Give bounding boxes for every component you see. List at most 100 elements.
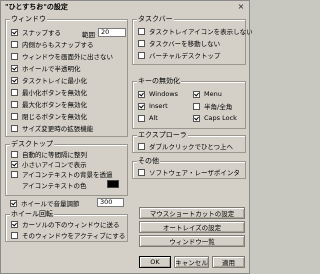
virtual-desktop-option[interactable]: バーチャルデスクトップ <box>138 50 220 60</box>
key-windows-label: Windows <box>149 90 179 98</box>
window-group: ウィンドウ スナップする 範囲 20 内側からもスナップする ウィンドウを画面外… <box>5 15 128 137</box>
disable-close-label: 閉じるボタンを無効化 <box>22 113 87 121</box>
key-capslock-option[interactable]: Caps Lock <box>193 113 237 123</box>
send-to-under-cursor-option[interactable]: カーソルの下のウィンドウに送る <box>11 219 120 229</box>
disable-minimize-label: 最小化ボタンを無効化 <box>22 89 87 97</box>
key-menu-option[interactable]: Menu <box>193 89 222 99</box>
disable-maximize-checkbox[interactable] <box>11 100 18 108</box>
hide-tray-icon-option[interactable]: タスクトレイアイコンを表示しない <box>138 26 253 36</box>
title-bar: "ひとすちお"の設定 × <box>2 2 248 12</box>
wheel-group: ホイール回転 カーソルの下のウィンドウに送る そのウィンドウをアクティブにする <box>5 210 128 242</box>
keep-onscreen-label: ウィンドウを画面外に出さない <box>22 53 113 61</box>
minimize-to-tray-checkbox[interactable] <box>11 76 18 84</box>
desktop-group-title: デスクトップ <box>10 140 54 149</box>
other-group-title: その他 <box>137 157 160 166</box>
autoraise-button[interactable]: オートレイズの設定 <box>139 221 245 233</box>
laser-pointer-option[interactable]: ソフトウェア・レーザポインタ <box>138 167 240 177</box>
activate-window-option[interactable]: そのウィンドウをアクティブにする <box>11 230 125 240</box>
lock-taskbar-option[interactable]: タスクバーを移動しない <box>138 38 220 48</box>
ok-button[interactable]: OK <box>139 256 171 268</box>
resize-extension-option[interactable]: サイズ変更時の拡張機能 <box>11 123 93 133</box>
keep-onscreen-option[interactable]: ウィンドウを画面外に出さない <box>11 51 113 61</box>
disable-minimize-checkbox[interactable] <box>11 88 18 96</box>
small-icons-option[interactable]: 小さいアイコンで表示 <box>11 159 87 169</box>
virtual-desktop-checkbox[interactable] <box>138 51 145 59</box>
snap-range-input[interactable]: 20 <box>98 28 126 37</box>
cancel-button[interactable]: キャンセル <box>174 256 209 268</box>
transparent-text-bg-checkbox[interactable] <box>11 170 18 178</box>
keys-group: キーの無効化 Windows Menu Insert 半角/全角 Alt Cap… <box>132 77 246 129</box>
taskbar-group: タスクバー タスクトレイアイコンを表示しない タスクバーを移動しない バーチャル… <box>132 15 253 65</box>
wheel-volume-label: ホイールで音量調節 <box>21 200 80 208</box>
resize-extension-checkbox[interactable] <box>11 124 18 132</box>
range-label: 範囲 <box>82 31 95 39</box>
window-title: "ひとすちお"の設定 <box>5 3 68 11</box>
wheel-volume-option[interactable]: ホイールで音量調節 <box>10 198 80 208</box>
transparent-text-bg-label: アイコンテキストの背景を透過 <box>22 171 113 179</box>
small-icons-label: 小さいアイコンで表示 <box>22 161 87 169</box>
key-capslock-label: Caps Lock <box>204 114 237 122</box>
wheel-translucent-checkbox[interactable] <box>11 64 18 72</box>
key-windows-checkbox[interactable] <box>138 90 145 98</box>
key-insert-option[interactable]: Insert <box>138 101 168 111</box>
auto-arrange-option[interactable]: 自動的に等間隔に整列 <box>11 149 87 159</box>
keep-onscreen-checkbox[interactable] <box>11 52 18 60</box>
hide-tray-icon-checkbox[interactable] <box>138 27 145 35</box>
disable-close-option[interactable]: 閉じるボタンを無効化 <box>11 111 87 121</box>
snap-checkbox[interactable] <box>11 28 18 36</box>
lock-taskbar-checkbox[interactable] <box>138 39 145 47</box>
inner-snap-option[interactable]: 内側からもスナップする <box>11 39 94 49</box>
activate-window-checkbox[interactable] <box>11 231 18 239</box>
inner-snap-checkbox[interactable] <box>11 40 18 48</box>
dblclick-up-option[interactable]: ダブルクリックでひとつ上へ <box>138 141 233 151</box>
small-icons-checkbox[interactable] <box>11 160 18 168</box>
wheel-group-title: ホイール回転 <box>10 210 54 219</box>
laser-pointer-label: ソフトウェア・レーザポインタ <box>149 169 240 177</box>
keys-group-title: キーの無効化 <box>137 77 181 86</box>
auto-arrange-checkbox[interactable] <box>11 150 18 158</box>
volume-step-input[interactable]: 300 <box>97 198 124 207</box>
window-group-title: ウィンドウ <box>10 15 47 24</box>
mouse-shortcut-button[interactable]: マウスショートカットの設定 <box>139 207 245 219</box>
disable-maximize-label: 最大化ボタンを無効化 <box>22 101 87 109</box>
snap-label: スナップする <box>22 29 61 37</box>
icon-text-color-label: アイコンテキストの色 <box>22 182 87 190</box>
explorer-group: エクスプローラ ダブルクリックでひとつ上へ <box>132 131 246 153</box>
key-hankaku-option[interactable]: 半角/全角 <box>193 101 232 111</box>
transparent-text-bg-option[interactable]: アイコンテキストの背景を透過 <box>11 169 112 179</box>
minimize-to-tray-option[interactable]: タスクトレイに最小化 <box>11 75 87 85</box>
dblclick-up-checkbox[interactable] <box>138 142 145 150</box>
resize-extension-label: サイズ変更時の拡張機能 <box>22 125 94 133</box>
inner-snap-label: 内側からもスナップする <box>22 41 94 49</box>
key-capslock-checkbox[interactable] <box>193 114 200 122</box>
disable-minimize-option[interactable]: 最小化ボタンを無効化 <box>11 87 87 97</box>
activate-window-label: そのウィンドウをアクティブにする <box>22 232 126 240</box>
desktop-group: デスクトップ 自動的に等間隔に整列 小さいアイコンで表示 アイコンテキストの背景… <box>5 140 128 196</box>
minimize-to-tray-label: タスクトレイに最小化 <box>22 77 87 85</box>
key-hankaku-checkbox[interactable] <box>193 102 200 110</box>
wheel-translucent-option[interactable]: ホイールで半透明化 <box>11 63 81 73</box>
lock-taskbar-label: タスクバーを移動しない <box>149 40 221 48</box>
disable-maximize-option[interactable]: 最大化ボタンを無効化 <box>11 99 87 109</box>
laser-pointer-checkbox[interactable] <box>138 168 145 176</box>
key-menu-checkbox[interactable] <box>193 90 200 98</box>
auto-arrange-label: 自動的に等間隔に整列 <box>22 151 87 159</box>
disable-close-checkbox[interactable] <box>11 112 18 120</box>
dblclick-up-label: ダブルクリックでひとつ上へ <box>149 143 234 151</box>
key-alt-checkbox[interactable] <box>138 114 145 122</box>
other-group: その他 ソフトウェア・レーザポインタ <box>132 157 246 179</box>
taskbar-group-title: タスクバー <box>137 15 174 24</box>
key-alt-option[interactable]: Alt <box>138 113 158 123</box>
apply-button[interactable]: 適用 <box>212 256 245 268</box>
key-menu-label: Menu <box>204 90 222 98</box>
window-list-button[interactable]: ウィンドウ一覧 <box>139 235 245 247</box>
close-icon[interactable]: × <box>236 2 246 11</box>
send-to-under-cursor-checkbox[interactable] <box>11 220 18 228</box>
key-windows-option[interactable]: Windows <box>138 89 178 99</box>
snap-option[interactable]: スナップする <box>11 27 61 37</box>
hide-tray-icon-label: タスクトレイアイコンを表示しない <box>149 28 253 36</box>
wheel-volume-checkbox[interactable] <box>10 199 17 207</box>
icon-text-color-swatch[interactable] <box>107 180 119 188</box>
wheel-translucent-label: ホイールで半透明化 <box>22 65 81 73</box>
key-insert-checkbox[interactable] <box>138 102 145 110</box>
